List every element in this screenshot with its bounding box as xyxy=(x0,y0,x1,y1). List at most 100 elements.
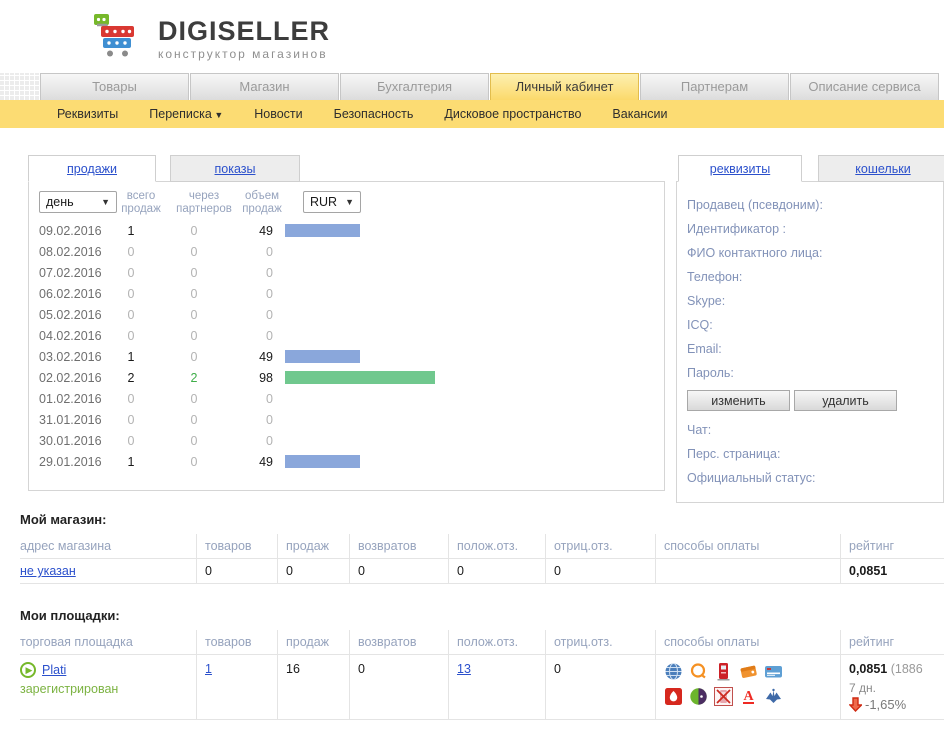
sales-col-2: черезпартнеров xyxy=(171,188,237,216)
my-platforms-table-header: торговая площадкатоваровпродажвозвратовп… xyxy=(20,630,944,655)
col-header-2: товаров xyxy=(196,630,277,654)
sales-row: 08.02.2016000 xyxy=(29,241,664,262)
tab-1[interactable]: Товары xyxy=(40,73,189,100)
sales-tab-label: продажи xyxy=(67,162,117,176)
chevron-down-icon: ▼ xyxy=(212,110,223,120)
subnav-item-label: Переписка xyxy=(149,107,212,121)
platform-rating-cell: 0,0851 (1886 7 дн. -1,65% xyxy=(840,655,944,719)
col-header-4: возвратов xyxy=(349,630,448,654)
shop-sales: 0 xyxy=(277,559,349,583)
edit-button[interactable]: изменить xyxy=(687,390,790,411)
sales-date: 08.02.2016 xyxy=(29,245,101,259)
profile-tab-реквизиты[interactable]: реквизиты xyxy=(678,155,802,182)
page: DIGISELLER конструктор магазинов ТоварыМ… xyxy=(0,0,944,730)
subnav-item-3[interactable]: Новости xyxy=(254,107,302,121)
alfabank-icon: А xyxy=(739,687,758,706)
tab-2[interactable]: Магазин xyxy=(190,73,339,100)
tabs-pattern xyxy=(0,73,40,100)
tab-6[interactable]: Описание сервиса xyxy=(790,73,939,100)
shop-address-link[interactable]: не указан xyxy=(20,564,76,578)
my-shop-section: Мой магазин: адрес магазинатоваровпродаж… xyxy=(20,512,944,584)
profile-field-label: Skype: xyxy=(687,291,943,315)
sales-volume: 0 xyxy=(227,245,277,259)
platform-status: зарегистрирован xyxy=(20,682,192,696)
subnav-item-6[interactable]: Вакансии xyxy=(612,107,667,121)
profile-tab-label: реквизиты xyxy=(710,162,770,176)
sales-column-headers: всегопродажчерезпартнеровобъемпродаж xyxy=(111,188,287,216)
shop-negative: 0 xyxy=(545,559,655,583)
sales-tab-продажи[interactable]: продажи xyxy=(28,155,156,182)
col-header-3: продаж xyxy=(277,534,349,558)
profile-field-label: Перс. страница: xyxy=(687,444,943,468)
tab-4[interactable]: Личный кабинет xyxy=(490,73,639,100)
sales-partners: 0 xyxy=(161,224,227,238)
sales-partners: 0 xyxy=(161,350,227,364)
profile-field-label: ФИО контактного лица: xyxy=(687,243,943,267)
my-shop-table-row: не указан 0 0 0 0 0 0,0851 xyxy=(20,559,944,584)
col-header-6: отриц.отз. xyxy=(545,630,655,654)
sales-volume: 49 xyxy=(227,350,277,364)
sales-date: 07.02.2016 xyxy=(29,266,101,280)
shop-returns: 0 xyxy=(349,559,448,583)
my-platforms-title: Мои площадки: xyxy=(20,608,944,623)
brand-text: DIGISELLER конструктор магазинов xyxy=(158,12,330,61)
sales-date: 30.01.2016 xyxy=(29,434,101,448)
sales-row: 29.01.20161049 xyxy=(29,451,664,472)
sales-rows: 09.02.2016104908.02.201600007.02.2016000… xyxy=(29,220,664,472)
platform-returns: 0 xyxy=(349,655,448,719)
col-header-7: способы оплаты xyxy=(655,534,840,558)
subnav-item-label: Вакансии xyxy=(612,107,667,121)
tab-3[interactable]: Бухгалтерия xyxy=(340,73,489,100)
col-header-8: рейтинг xyxy=(840,630,944,654)
sales-partners: 0 xyxy=(161,245,227,259)
sales-row: 09.02.20161049 xyxy=(29,220,664,241)
col-header-8: рейтинг xyxy=(840,534,944,558)
sales-partners: 0 xyxy=(161,266,227,280)
subnav-item-5[interactable]: Дисковое пространство xyxy=(444,107,581,121)
sales-total: 0 xyxy=(101,413,161,427)
profile-fields-after: Чат:Перс. страница:Официальный статус: xyxy=(687,420,943,492)
sales-volume: 98 xyxy=(227,371,277,385)
sales-partners: 0 xyxy=(161,434,227,448)
subnav-item-2[interactable]: Переписка ▼ xyxy=(149,107,223,121)
sales-total: 0 xyxy=(101,308,161,322)
sales-tab-показы[interactable]: показы xyxy=(170,155,300,182)
profile-tab-кошельки[interactable]: кошельки xyxy=(818,155,944,182)
tab-5[interactable]: Партнерам xyxy=(640,73,789,100)
col-header-1: торговая площадка xyxy=(20,630,196,654)
profile-panel: Продавец (псевдоним):Идентификатор :ФИО … xyxy=(676,181,944,503)
my-platforms-section: Мои площадки: торговая площадкатоваровпр… xyxy=(20,608,944,720)
subnav-item-1[interactable]: Реквизиты xyxy=(57,107,118,121)
col-header-6: отриц.отз. xyxy=(545,534,655,558)
delete-button[interactable]: удалить xyxy=(794,390,897,411)
play-circle-icon: ▶ xyxy=(20,662,36,678)
sales-volume: 0 xyxy=(227,392,277,406)
sales-row: 30.01.2016000 xyxy=(29,430,664,451)
sms-disabled-icon xyxy=(714,687,733,706)
platform-goods-link[interactable]: 1 xyxy=(205,662,212,676)
sales-col-3: объемпродаж xyxy=(237,188,287,216)
profile-tabs: реквизиты кошельки xyxy=(678,155,944,182)
sales-total: 0 xyxy=(101,392,161,406)
currency-select[interactable]: RUR ▼ xyxy=(303,191,361,213)
brand-name: DIGISELLER xyxy=(158,18,330,45)
sales-volume: 0 xyxy=(227,329,277,343)
my-shop-title: Мой магазин: xyxy=(20,512,944,527)
sales-partners: 0 xyxy=(161,287,227,301)
terminal-icon xyxy=(714,662,733,681)
col-header-4: возвратов xyxy=(349,534,448,558)
logo: DIGISELLER конструктор магазинов xyxy=(92,12,330,63)
rating-change: -1,65% xyxy=(865,697,906,712)
platform-name-link[interactable]: Plati xyxy=(42,663,66,677)
my-shop-table: адрес магазинатоваровпродажвозвратовполо… xyxy=(20,534,944,584)
col-header-7: способы оплаты xyxy=(655,630,840,654)
sales-row: 06.02.2016000 xyxy=(29,283,664,304)
subnav-item-4[interactable]: Безопасность xyxy=(334,107,414,121)
sales-col-1: всегопродаж xyxy=(111,188,171,216)
mts-icon xyxy=(664,687,683,706)
sales-date: 03.02.2016 xyxy=(29,350,101,364)
sales-total: 2 xyxy=(101,371,161,385)
period-select[interactable]: день ▼ xyxy=(39,191,117,213)
platform-positive-link[interactable]: 13 xyxy=(457,662,471,676)
shop-rating: 0,0851 xyxy=(840,559,944,583)
